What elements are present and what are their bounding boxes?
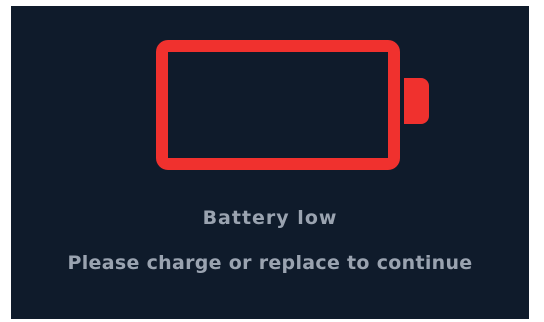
battery-low-message: Please charge or replace to continue [67, 252, 473, 274]
battery-body [156, 40, 400, 170]
battery-low-title: Battery low [202, 207, 338, 229]
battery-terminal [404, 78, 429, 124]
battery-warning-screen: Battery low Please charge or replace to … [11, 6, 529, 319]
